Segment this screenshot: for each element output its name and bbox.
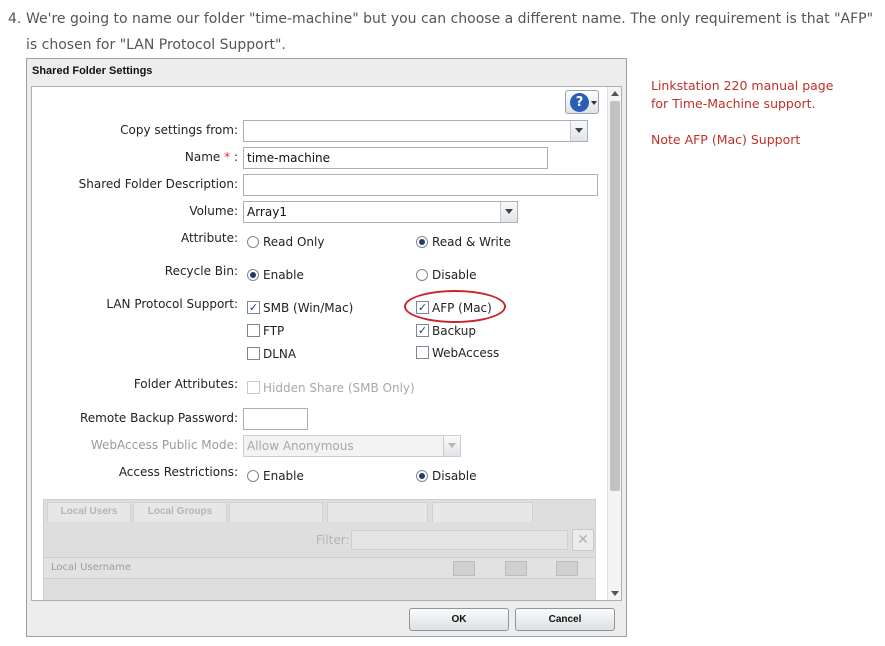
radio-read-only[interactable] bbox=[247, 236, 259, 248]
copy-settings-label: Copy settings from: bbox=[120, 123, 238, 137]
write-read-icon[interactable] bbox=[453, 561, 475, 576]
webaccess-public-mode-label: WebAccess Public Mode: bbox=[90, 438, 238, 452]
volume-label: Volume: bbox=[189, 204, 238, 218]
question-mark-help-icon: ? bbox=[570, 93, 589, 112]
recycle-enable-label: Enable bbox=[263, 268, 304, 282]
recycle-bin-label: Recycle Bin: bbox=[164, 264, 238, 278]
ftp-checkbox[interactable] bbox=[247, 324, 260, 337]
backup-checkbox[interactable]: ✓ bbox=[416, 324, 429, 337]
read-write-label: Read & Write bbox=[432, 235, 511, 249]
webaccess-label: WebAccess bbox=[432, 346, 500, 360]
side-note: Linkstation 220 manual page for Time-Mac… bbox=[651, 77, 851, 149]
access-disable-label: Disable bbox=[432, 469, 477, 483]
smb-label: SMB (Win/Mac) bbox=[263, 301, 354, 315]
folder-attributes-label: Folder Attributes: bbox=[133, 377, 238, 391]
tab-local-groups[interactable]: Local Groups bbox=[133, 502, 227, 522]
name-input[interactable]: time-machine bbox=[243, 147, 548, 169]
name-value: time-machine bbox=[247, 151, 331, 165]
shared-folder-settings-dialog: Shared Folder Settings ? Copy settings f… bbox=[26, 58, 627, 637]
backup-label: Backup bbox=[432, 324, 476, 338]
no-access-icon[interactable] bbox=[556, 561, 578, 576]
remote-backup-password-input[interactable] bbox=[243, 408, 308, 430]
dialog-body: ? Copy settings from: Name * : Shared Fo… bbox=[31, 86, 622, 601]
hidden-share-checkbox[interactable] bbox=[247, 381, 260, 394]
copy-settings-select[interactable] bbox=[243, 120, 588, 142]
dlna-checkbox[interactable] bbox=[247, 347, 260, 360]
afp-highlight-ellipse bbox=[404, 290, 506, 323]
lan-protocol-label: LAN Protocol Support: bbox=[106, 297, 238, 311]
dlna-label: DLNA bbox=[263, 347, 297, 361]
smb-checkbox[interactable]: ✓ bbox=[247, 301, 260, 314]
chevron-down-icon[interactable] bbox=[443, 436, 460, 456]
chevron-down-icon[interactable] bbox=[500, 202, 517, 222]
tab-domain-groups[interactable] bbox=[327, 502, 428, 522]
scroll-down-arrow-icon[interactable] bbox=[611, 591, 619, 596]
volume-value: Array1 bbox=[247, 205, 287, 219]
radio-access-disable[interactable] bbox=[416, 470, 428, 482]
grid-header: Local Username bbox=[44, 557, 595, 579]
scrollbar-thumb[interactable] bbox=[610, 101, 620, 491]
chevron-down-icon bbox=[591, 101, 597, 105]
side-note-manual: Linkstation 220 manual page for Time-Mac… bbox=[651, 78, 834, 111]
column-local-username[interactable]: Local Username bbox=[51, 562, 131, 573]
description-label: Shared Folder Description: bbox=[78, 177, 238, 191]
remote-backup-password-label: Remote Backup Password: bbox=[79, 411, 238, 425]
filter-label: Filter: bbox=[316, 533, 350, 547]
recycle-disable-label: Disable bbox=[432, 268, 477, 282]
radio-access-enable[interactable] bbox=[247, 470, 259, 482]
grid-tab-strip: Local Users Local Groups bbox=[44, 500, 597, 522]
chevron-down-icon[interactable] bbox=[570, 121, 587, 141]
radio-read-write[interactable] bbox=[416, 236, 428, 248]
radio-recycle-disable[interactable] bbox=[416, 269, 428, 281]
required-marker: * bbox=[224, 150, 231, 164]
close-x-icon[interactable]: ✕ bbox=[572, 529, 594, 551]
hidden-share-label: Hidden Share (SMB Only) bbox=[263, 381, 415, 395]
filter-input[interactable] bbox=[351, 530, 568, 550]
tab-domain-users[interactable] bbox=[229, 502, 323, 522]
name-label-colon: : bbox=[233, 150, 238, 164]
attribute-label: Attribute: bbox=[180, 231, 238, 245]
side-note-afp: Note AFP (Mac) Support bbox=[651, 132, 801, 147]
vertical-scrollbar[interactable] bbox=[607, 87, 621, 600]
step-text: We're going to name our folder "time-mac… bbox=[26, 11, 874, 53]
read-only-label: Read Only bbox=[263, 235, 325, 249]
cancel-button[interactable]: Cancel bbox=[515, 608, 615, 631]
access-grid-panel: Local Users Local Groups Filter: ✕ Local… bbox=[43, 499, 597, 600]
description-input[interactable] bbox=[243, 174, 598, 196]
scroll-up-arrow-icon[interactable] bbox=[611, 91, 619, 96]
dialog-title: Shared Folder Settings bbox=[32, 65, 153, 77]
webaccess-checkbox[interactable] bbox=[416, 346, 429, 359]
help-button[interactable]: ? bbox=[565, 90, 599, 114]
name-label: Name * : bbox=[185, 150, 238, 164]
webaccess-public-mode-select[interactable]: Allow Anonymous bbox=[243, 435, 461, 457]
name-label-text: Name bbox=[184, 150, 221, 164]
webaccess-public-mode-value: Allow Anonymous bbox=[247, 439, 354, 453]
access-restrictions-label: Access Restrictions: bbox=[118, 465, 238, 479]
ok-button[interactable]: OK bbox=[409, 608, 509, 631]
tab-local-users[interactable]: Local Users bbox=[47, 502, 131, 522]
ftp-label: FTP bbox=[263, 324, 285, 338]
step-number: 4. bbox=[8, 11, 22, 27]
volume-select[interactable]: Array1 bbox=[243, 201, 518, 223]
tab-external-users[interactable] bbox=[432, 502, 533, 522]
read-icon[interactable] bbox=[505, 561, 527, 576]
radio-recycle-enable[interactable] bbox=[247, 269, 259, 281]
access-enable-label: Enable bbox=[263, 469, 304, 483]
